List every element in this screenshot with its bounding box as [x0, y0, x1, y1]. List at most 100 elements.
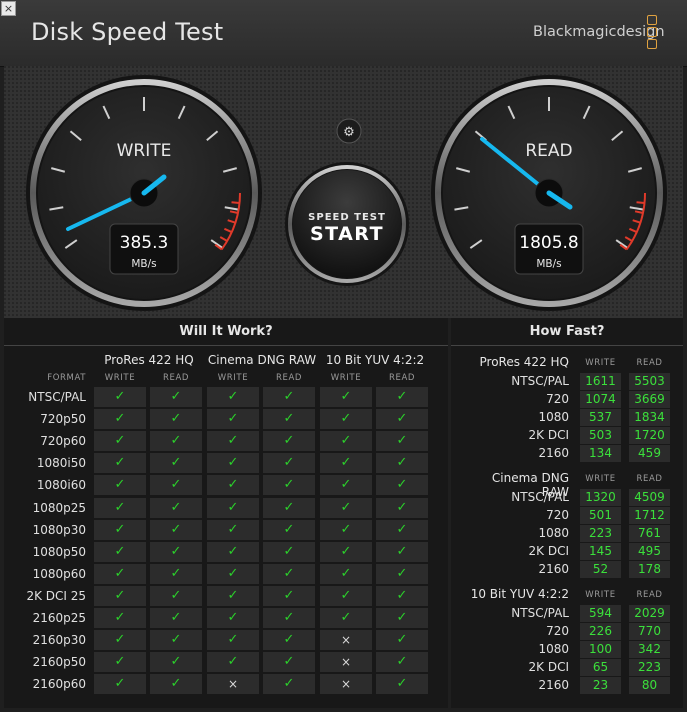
write-fps-value: 65 [580, 659, 621, 676]
format-row-label: 720p50 [40, 412, 86, 427]
read-fps-value: 3669 [629, 391, 670, 408]
check-icon: ✓ [376, 652, 428, 673]
speed-test-start-button[interactable]: SPEED TEST START [285, 162, 409, 286]
read-fps-value: 178 [629, 561, 670, 578]
how-fast-row-label: 2K DCI [528, 660, 569, 674]
check-icon: ✓ [376, 563, 428, 584]
subheader-write: WRITE [585, 590, 616, 600]
check-icon: ✓ [94, 585, 146, 606]
check-icon: ✓ [376, 497, 428, 518]
format-group-header: ProRes 422 HQ [104, 353, 194, 367]
check-icon: ✓ [263, 630, 315, 651]
format-row-label: 2160p30 [32, 633, 86, 648]
check-icon: ✓ [263, 541, 315, 562]
blackmagic-logo-icon [647, 15, 657, 51]
read-fps-value: 1712 [629, 507, 670, 524]
format-row-label: 2160p25 [32, 611, 86, 625]
format-row-label: 2160p50 [32, 655, 86, 670]
cross-icon: × [320, 674, 372, 695]
check-icon: ✓ [263, 475, 315, 496]
write-unit: MB/s [131, 258, 156, 270]
subheader-write: WRITE [217, 373, 249, 383]
check-icon: ✓ [263, 519, 315, 540]
check-icon: ✓ [150, 409, 202, 430]
check-icon: ✓ [150, 475, 202, 496]
how-fast-group-title: 10 Bit YUV 4:2:2 [470, 587, 569, 601]
format-row-label: 1080i60 [36, 478, 86, 493]
how-fast-row-label: NTSC/PAL [511, 374, 569, 388]
subheader-write: WRITE [330, 373, 362, 383]
how-fast-row-label: 2K DCI [528, 544, 569, 558]
check-icon: ✓ [320, 541, 372, 562]
check-icon: ✓ [376, 519, 428, 540]
read-value: 1805.8 [519, 233, 578, 253]
check-icon: ✓ [94, 519, 146, 540]
read-fps-value: 223 [629, 659, 670, 676]
check-icon: ✓ [376, 475, 428, 496]
subheader-read: READ [636, 358, 663, 368]
how-fast-row-label: 720 [546, 392, 569, 406]
subheader-read: READ [275, 373, 303, 383]
format-column-header: FORMAT [47, 373, 86, 383]
read-fps-value: 80 [629, 677, 670, 694]
check-icon: ✓ [207, 409, 259, 430]
read-fps-value: 459 [629, 445, 670, 462]
read-fps-value: 342 [629, 641, 670, 658]
write-fps-value: 537 [580, 409, 621, 426]
check-icon: ✓ [150, 453, 202, 474]
settings-gear-icon[interactable]: ⚙ [336, 118, 362, 144]
will-it-work-panel: Will It Work? ProRes 422 HQ Cinema DNG RA… [4, 318, 448, 708]
write-gauge-label: WRITE [117, 141, 172, 161]
how-fast-row-label: 2K DCI [528, 428, 569, 442]
title-bar: Disk Speed Test Blackmagicdesign [0, 0, 687, 67]
subheader-read: READ [636, 474, 663, 484]
check-icon: ✓ [207, 563, 259, 584]
check-icon: ✓ [94, 674, 146, 695]
check-icon: ✓ [207, 585, 259, 606]
app-title: Disk Speed Test [31, 18, 224, 46]
brand-name: Blackmagicdesign [533, 24, 665, 40]
gauge-area: WRITE 385.3 MB/s READ 1805.8 MB/s ⚙ SPEE… [4, 66, 683, 318]
check-icon: ✓ [376, 608, 428, 628]
check-icon: ✓ [150, 630, 202, 651]
write-fps-value: 1320 [580, 489, 621, 506]
how-fast-row-label: NTSC/PAL [511, 490, 569, 504]
how-fast-row-label: 2160 [538, 562, 569, 576]
write-fps-value: 594 [580, 605, 621, 622]
subheader-write: WRITE [585, 358, 616, 368]
cross-icon: × [207, 674, 259, 695]
write-fps-value: 223 [580, 525, 621, 542]
read-fps-value: 5503 [629, 373, 670, 390]
check-icon: ✓ [320, 497, 372, 518]
check-icon: ✓ [94, 630, 146, 651]
start-button-line2: START [310, 223, 384, 245]
close-button[interactable]: × [1, 1, 16, 16]
write-fps-value: 100 [580, 641, 621, 658]
check-icon: ✓ [207, 431, 259, 452]
check-icon: ✓ [376, 431, 428, 452]
read-fps-value: 770 [629, 623, 670, 640]
format-row-label: 2K DCI 25 [26, 588, 86, 603]
check-icon: ✓ [94, 431, 146, 452]
check-icon: ✓ [150, 387, 202, 407]
check-icon: ✓ [207, 630, 259, 651]
how-fast-row-label: 720 [546, 624, 569, 638]
how-fast-group-title: ProRes 422 HQ [479, 355, 569, 369]
start-button-line1: SPEED TEST [308, 212, 386, 223]
write-fps-value: 134 [580, 445, 621, 462]
check-icon: ✓ [150, 674, 202, 695]
check-icon: ✓ [263, 608, 315, 628]
check-icon: ✓ [94, 541, 146, 562]
check-icon: ✓ [263, 585, 315, 606]
check-icon: ✓ [207, 652, 259, 673]
write-gauge: WRITE 385.3 MB/s [26, 75, 262, 311]
check-icon: ✓ [320, 453, 372, 474]
how-fast-row-label: 2160 [538, 678, 569, 692]
check-icon: ✓ [263, 453, 315, 474]
check-icon: ✓ [263, 387, 315, 407]
check-icon: ✓ [320, 585, 372, 606]
write-fps-value: 23 [580, 677, 621, 694]
check-icon: ✓ [150, 519, 202, 540]
check-icon: ✓ [94, 387, 146, 407]
check-icon: ✓ [94, 497, 146, 518]
